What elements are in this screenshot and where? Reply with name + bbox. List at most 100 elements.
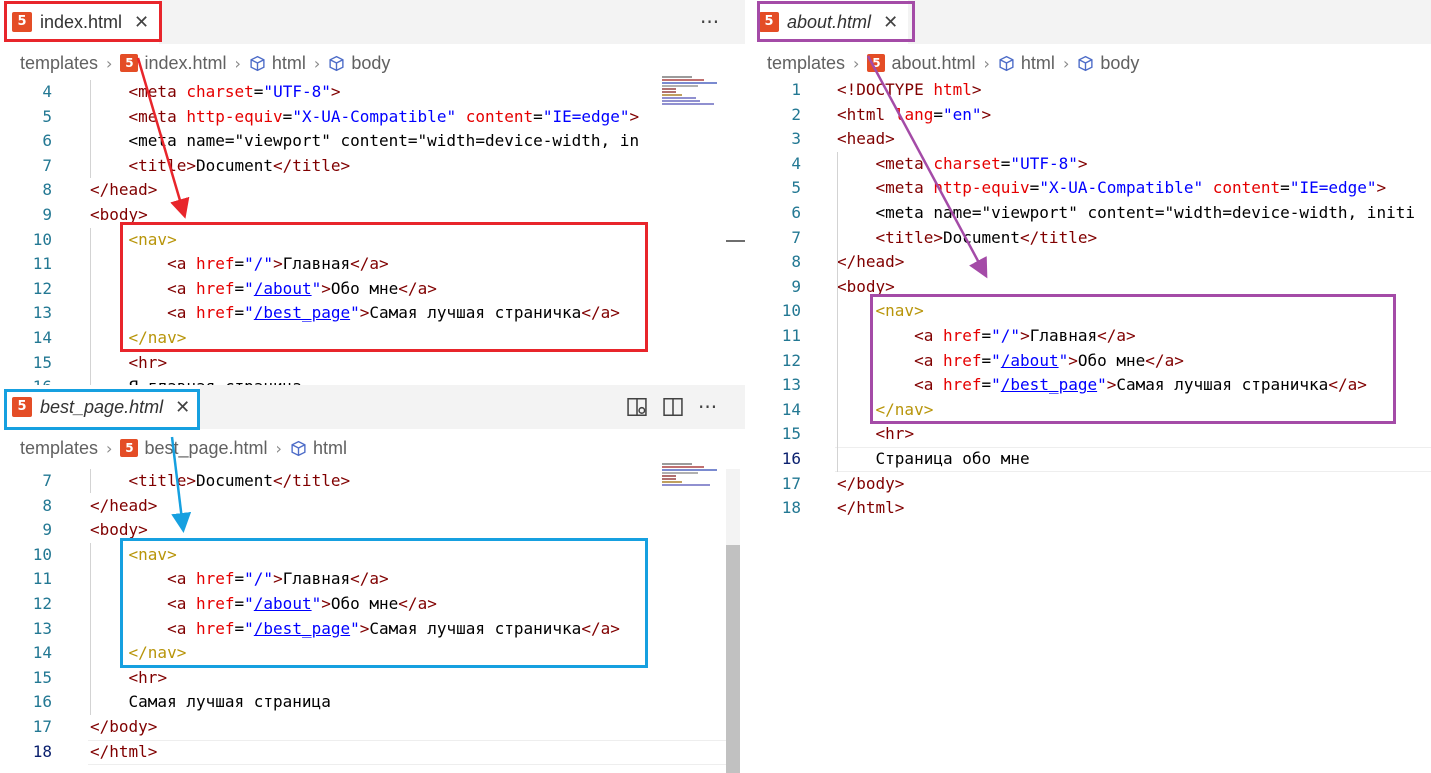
- breadcrumb-body[interactable]: body: [328, 53, 390, 74]
- code-line[interactable]: 8 </head>: [0, 178, 745, 203]
- code-line[interactable]: 10 <nav>: [0, 543, 745, 568]
- line-number: 7: [42, 471, 52, 490]
- code-text: <title>Document</title>: [128, 155, 351, 175]
- code-line[interactable]: 16 Я главная страница: [0, 375, 745, 385]
- code-line[interactable]: 16 Самая лучшая страница: [0, 690, 745, 715]
- code-line[interactable]: 6 <meta name="viewport" content="width=d…: [747, 201, 1431, 226]
- code-line[interactable]: 3 <head>: [747, 127, 1431, 152]
- close-icon[interactable]: ✕: [134, 12, 149, 33]
- breadcrumb-file[interactable]: 5 index.html: [120, 53, 227, 74]
- code-area[interactable]: 1 <!DOCTYPE html> 2 <html lang="en"> 3 <head>…: [747, 78, 1431, 773]
- code-line[interactable]: 4 <meta charset="UTF-8">: [747, 152, 1431, 177]
- code-line[interactable]: 11 <a href="/">Главная</a>: [0, 252, 745, 277]
- code-area[interactable]: 4 <meta charset="UTF-8"> 5 <meta http-equ…: [0, 80, 745, 385]
- line-number: 2: [791, 104, 801, 124]
- tab-index-html[interactable]: 5 index.html ✕: [0, 0, 160, 44]
- minimap[interactable]: [662, 76, 724, 106]
- line-number: 8: [791, 252, 801, 272]
- code-line[interactable]: 13 <a href="/best_page">Самая лучшая стр…: [0, 301, 745, 326]
- chevron-right-icon: ›: [106, 438, 113, 458]
- code-line[interactable]: 9 <body>: [0, 518, 745, 543]
- code-text: <body>: [90, 205, 148, 224]
- breadcrumb-html[interactable]: html: [290, 438, 347, 459]
- code-text: <a href="/">Главная</a>: [167, 569, 389, 589]
- code-line[interactable]: 12 <a href="/about">Обо мне</a>: [747, 349, 1431, 374]
- code-line[interactable]: 8 </head>: [0, 494, 745, 519]
- tab-about-html[interactable]: 5 about.html ✕: [747, 0, 909, 44]
- line-number: 17: [781, 473, 801, 493]
- code-line[interactable]: 11 <a href="/">Главная</a>: [747, 324, 1431, 349]
- code-line[interactable]: 1 <!DOCTYPE html>: [747, 78, 1431, 103]
- code-line[interactable]: 14 </nav>: [0, 641, 745, 666]
- chevron-right-icon: ›: [313, 53, 321, 73]
- code-line[interactable]: 15 <hr>: [747, 422, 1431, 447]
- open-preview-icon[interactable]: [626, 396, 648, 418]
- code-line[interactable]: 15 <hr>: [0, 351, 745, 376]
- code-text: <a href="/">Главная</a>: [914, 326, 1136, 345]
- breadcrumb-templates[interactable]: templates: [20, 53, 98, 74]
- code-line[interactable]: 8 </head>: [747, 250, 1431, 275]
- code-line[interactable]: 7 <title>Document</title>: [0, 154, 745, 179]
- code-line[interactable]: 10 <nav>: [747, 299, 1431, 324]
- more-actions-icon[interactable]: ···: [698, 395, 717, 419]
- breadcrumb-templates[interactable]: templates: [767, 53, 845, 74]
- close-icon[interactable]: ✕: [883, 12, 898, 33]
- close-icon[interactable]: ✕: [175, 397, 190, 418]
- code-line[interactable]: 10 <nav>: [0, 228, 745, 253]
- code-text: <title>Document</title>: [128, 471, 351, 490]
- line-number: 11: [32, 569, 52, 589]
- breadcrumb-file[interactable]: 5 best_page.html: [120, 438, 268, 459]
- indent-guide: [90, 469, 91, 493]
- scrollbar-thumb[interactable]: [726, 545, 740, 773]
- code-line[interactable]: 5 <meta http-equiv="X-UA-Compatible" con…: [0, 105, 745, 130]
- breadcrumb-file[interactable]: 5 about.html: [867, 53, 976, 74]
- line-number: 13: [32, 618, 52, 638]
- line-number: 15: [781, 424, 801, 444]
- code-line[interactable]: 17 </body>: [747, 472, 1431, 497]
- tab-best-page-html[interactable]: 5 best_page.html ✕: [0, 385, 201, 429]
- breadcrumb-templates[interactable]: templates: [20, 438, 98, 459]
- code-text: <a href="/about">Обо мне</a>: [167, 594, 437, 613]
- code-text: <body>: [90, 520, 148, 540]
- chevron-right-icon: ›: [1062, 53, 1070, 73]
- code-text: </head>: [90, 180, 158, 200]
- line-number: 13: [32, 303, 52, 323]
- code-line[interactable]: 9 <body>: [747, 275, 1431, 300]
- code-text: <hr>: [128, 352, 168, 372]
- code-line[interactable]: 5 <meta http-equiv="X-UA-Compatible" con…: [747, 176, 1431, 201]
- code-line[interactable]: 4 <meta charset="UTF-8">: [0, 80, 745, 105]
- code-line[interactable]: 13 <a href="/best_page">Самая лучшая стр…: [747, 373, 1431, 398]
- breadcrumb-html[interactable]: html: [998, 53, 1055, 74]
- code-line[interactable]: 6 <meta name="viewport" content="width=d…: [0, 129, 745, 154]
- breadcrumb-html[interactable]: html: [249, 53, 306, 74]
- code-line[interactable]: 18 </html>: [0, 740, 745, 765]
- code-line[interactable]: 12 <a href="/about">Обо мне</a>: [0, 277, 745, 302]
- code-text: <meta name="viewport" content="width=dev…: [837, 203, 1415, 222]
- tab-actions: ···: [700, 0, 719, 44]
- code-area[interactable]: 7 <title>Document</title> 8 </head> 9 <body>…: [0, 469, 745, 773]
- code-line[interactable]: 9 <body>: [0, 203, 745, 228]
- line-number: 6: [791, 203, 801, 222]
- code-text: <a href="/best_page">Самая лучшая страни…: [167, 303, 620, 323]
- code-line[interactable]: 16 Страница обо мне: [747, 447, 1431, 472]
- code-line[interactable]: 15 <hr>: [0, 666, 745, 691]
- code-line[interactable]: 11 <a href="/">Главная</a>: [0, 567, 745, 592]
- code-line[interactable]: 2 <html lang="en">: [747, 103, 1431, 128]
- line-number: 14: [781, 399, 801, 419]
- minimap[interactable]: [662, 463, 724, 487]
- split-editor-icon[interactable]: [662, 396, 684, 418]
- code-line[interactable]: 7 <title>Document</title>: [747, 226, 1431, 251]
- code-line[interactable]: 14 </nav>: [0, 326, 745, 351]
- code-line[interactable]: 14 </nav>: [747, 398, 1431, 423]
- line-number: 13: [781, 375, 801, 395]
- code-line[interactable]: 17 </body>: [0, 715, 745, 740]
- code-text: Я главная страница: [90, 375, 302, 385]
- line-number: 12: [32, 278, 52, 298]
- code-line[interactable]: 18 </html>: [747, 496, 1431, 521]
- code-line[interactable]: 7 <title>Document</title>: [0, 469, 745, 494]
- breadcrumb-body[interactable]: body: [1077, 53, 1139, 74]
- more-actions-icon[interactable]: ···: [700, 10, 719, 34]
- code-line[interactable]: 13 <a href="/best_page">Самая лучшая стр…: [0, 617, 745, 642]
- code-line[interactable]: 12 <a href="/about">Обо мне</a>: [0, 592, 745, 617]
- indent-guide: [90, 80, 91, 178]
